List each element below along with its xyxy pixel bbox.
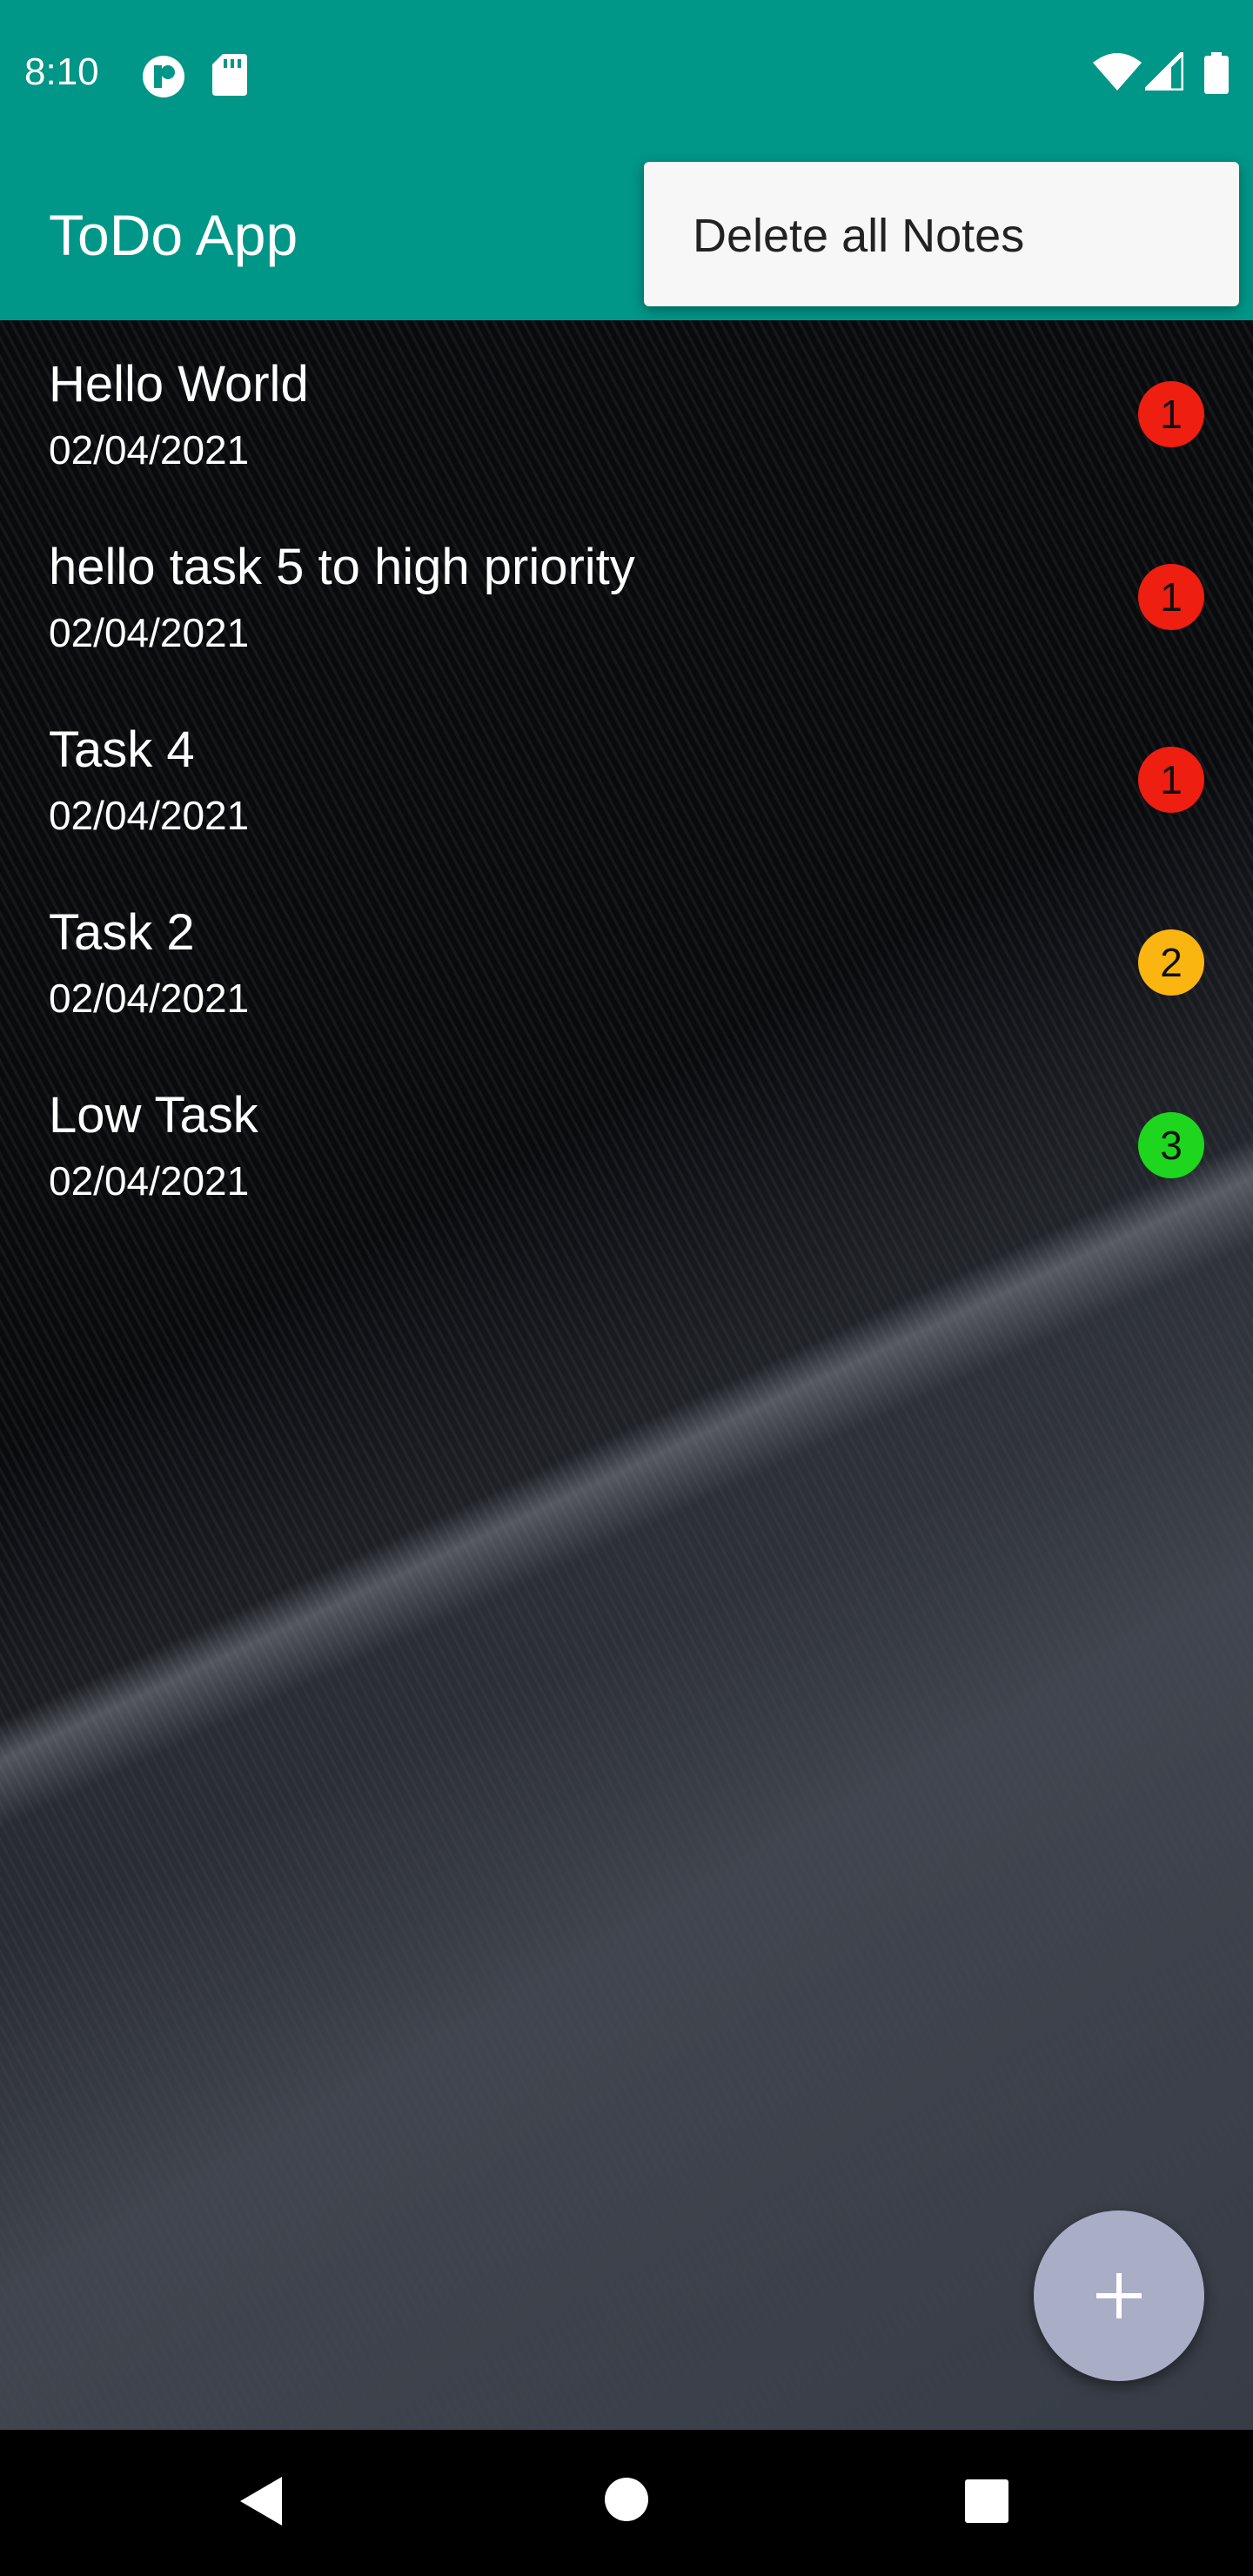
- list-item[interactable]: Task 4 02/04/2021 1: [0, 686, 1253, 869]
- task-title: Task 2: [49, 904, 195, 961]
- status-bar: 8:10: [0, 0, 1253, 153]
- app-title: ToDo App: [49, 203, 298, 267]
- priority-badge: 2: [1138, 929, 1204, 996]
- wifi-icon: [1093, 52, 1142, 95]
- task-date: 02/04/2021: [49, 976, 250, 1021]
- task-date: 02/04/2021: [49, 427, 250, 473]
- back-icon[interactable]: [237, 2475, 285, 2532]
- recents-icon[interactable]: [964, 2479, 1009, 2528]
- priority-badge: 1: [1138, 564, 1204, 630]
- list-item[interactable]: Task 2 02/04/2021 2: [0, 869, 1253, 1051]
- priority-badge: 1: [1138, 381, 1204, 447]
- task-title: hello task 5 to high priority: [49, 539, 635, 595]
- task-list[interactable]: Hello World 02/04/2021 1 hello task 5 to…: [0, 320, 1253, 2430]
- list-item[interactable]: hello task 5 to high priority 02/04/2021…: [0, 503, 1253, 686]
- sd-card-icon: [212, 54, 247, 100]
- list-item[interactable]: Hello World 02/04/2021 1: [0, 320, 1253, 503]
- navigation-bar: [0, 2430, 1253, 2576]
- list-item[interactable]: Low Task 02/04/2021 3: [0, 1051, 1253, 1234]
- task-date: 02/04/2021: [49, 610, 250, 655]
- menu-item-label: Delete all Notes: [693, 210, 1025, 262]
- task-title: Low Task: [49, 1087, 258, 1144]
- add-task-button[interactable]: [1034, 2210, 1204, 2381]
- signal-icon: [1139, 46, 1186, 95]
- home-icon[interactable]: [604, 2477, 649, 2526]
- task-title: Hello World: [49, 356, 309, 413]
- battery-icon: [1204, 52, 1229, 98]
- notification-app-icon: [141, 54, 186, 104]
- menu-item-delete-all-notes[interactable]: Delete all Notes: [644, 162, 1239, 306]
- status-time: 8:10: [24, 50, 99, 93]
- task-date: 02/04/2021: [49, 793, 250, 838]
- plus-icon: [1096, 2273, 1142, 2323]
- task-date: 02/04/2021: [49, 1158, 250, 1204]
- task-title: Task 4: [49, 721, 195, 778]
- priority-badge: 1: [1138, 747, 1204, 813]
- priority-badge: 3: [1138, 1112, 1204, 1178]
- overflow-menu: Delete all Notes: [644, 162, 1239, 306]
